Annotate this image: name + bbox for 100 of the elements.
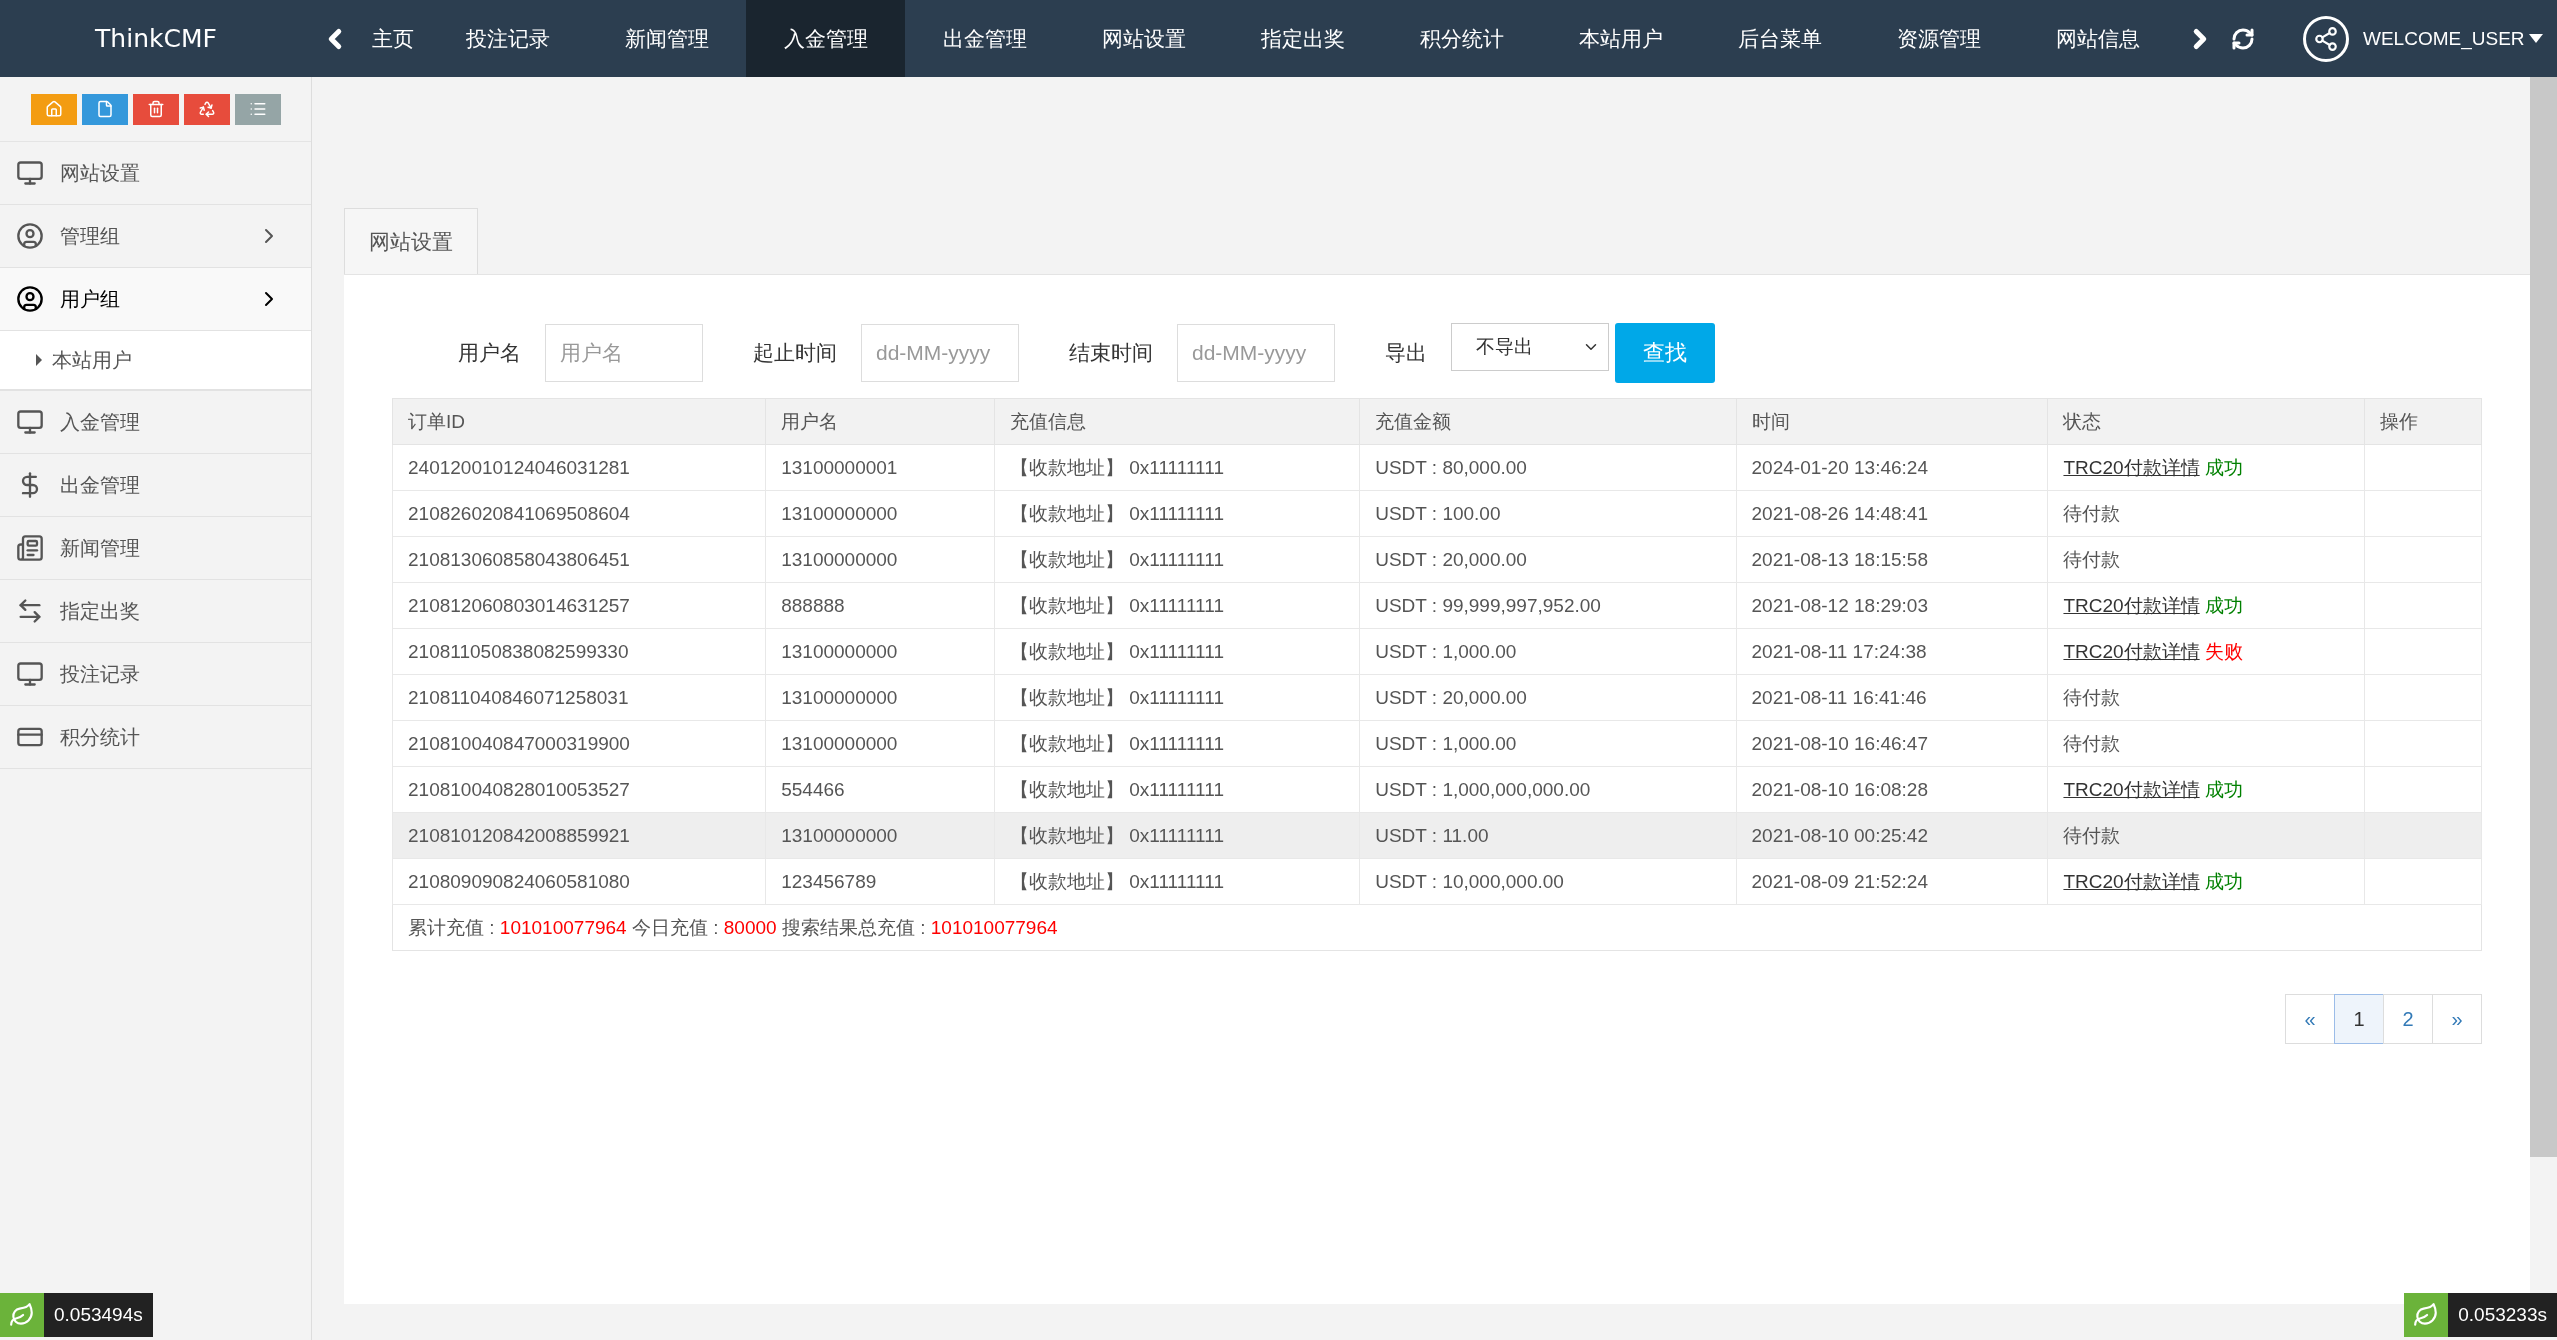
payment-details-link[interactable]: TRC20付款详情 <box>2063 640 2200 662</box>
nav-tab[interactable]: 网站设置 <box>1064 0 1223 77</box>
page-button[interactable]: « <box>2285 994 2335 1044</box>
status-result: 成功 <box>2204 456 2243 478</box>
leaf-icon <box>9 1302 35 1328</box>
sidebar-item[interactable]: 用户组 <box>0 268 311 331</box>
home-button[interactable] <box>30 93 77 125</box>
export-select[interactable]: 不导出 <box>1451 323 1609 371</box>
sidebar-subitem[interactable]: 本站用户 <box>0 331 311 391</box>
tab[interactable]: 网站设置 <box>344 208 478 274</box>
user-menu[interactable]: WELCOME_USER <box>2363 27 2543 50</box>
nav-tab[interactable]: 指定出奖 <box>1223 0 1382 77</box>
filter-field[interactable]: dd-MM-yyyy <box>861 324 1019 382</box>
status-result: 成功 <box>2204 778 2243 800</box>
nav-tab[interactable]: 主页 <box>358 0 428 77</box>
trash-button[interactable] <box>132 93 179 125</box>
column-header: 状态 <box>2047 398 2365 445</box>
filter-label: 起止时间 <box>753 340 837 366</box>
filter-field[interactable]: dd-MM-yyyy <box>1177 324 1335 382</box>
payment-details-link[interactable]: TRC20付款详情 <box>2063 778 2200 800</box>
table-cell: 【收款地址】 0x11111111 <box>994 674 1360 721</box>
nav-tab[interactable]: 入金管理 <box>746 0 905 77</box>
nav-tab[interactable]: 新闻管理 <box>587 0 746 77</box>
table-cell: USDT : 11.00 <box>1359 812 1737 859</box>
monitor-icon <box>16 660 44 688</box>
column-header: 订单ID <box>392 398 766 445</box>
list-icon <box>248 100 267 118</box>
user-icon <box>16 222 44 250</box>
timer-badge: 0.053233s <box>2404 1293 2557 1337</box>
table-cell: USDT : 100.00 <box>1359 490 1737 537</box>
table-cell: 210810040847000319900 <box>392 720 766 767</box>
table-cell: USDT : 1,000.00 <box>1359 628 1737 675</box>
table-cell: 210809090824060581080 <box>392 858 766 905</box>
table-cell: 210811040846071258031 <box>392 674 766 721</box>
filter-label: 结束时间 <box>1069 340 1153 366</box>
avatar-icon[interactable] <box>2303 15 2349 62</box>
table-cell: USDT : 20,000.00 <box>1359 674 1737 721</box>
nav-tab[interactable]: 资源管理 <box>1859 0 2018 77</box>
page-button[interactable]: 2 <box>2383 994 2433 1044</box>
table-cell: 210810040828010053527 <box>392 766 766 813</box>
table-cell: 【收款地址】 0x11111111 <box>994 536 1360 583</box>
nav-tab[interactable]: 积分统计 <box>1382 0 1541 77</box>
list-button[interactable] <box>234 93 281 125</box>
table-cell: 2021-08-10 00:25:42 <box>1736 812 2048 859</box>
export-label: 导出 <box>1385 340 1427 366</box>
column-header: 用户名 <box>765 398 995 445</box>
status-text: 待付款 <box>2063 686 2121 708</box>
newspaper-icon <box>16 534 44 562</box>
status-text: 待付款 <box>2063 824 2121 846</box>
leaf-icon <box>2413 1302 2440 1328</box>
nav-tab[interactable]: 后台菜单 <box>1700 0 1859 77</box>
table-cell: 【收款地址】 0x11111111 <box>994 628 1360 675</box>
file-icon <box>95 100 114 118</box>
recycle-button[interactable] <box>183 93 230 125</box>
timer-badge: 0.053494s <box>0 1293 153 1337</box>
table-cell: 2021-08-09 21:52:24 <box>1736 858 2048 905</box>
nav-tab[interactable]: 本站用户 <box>1541 0 1700 77</box>
file-button[interactable] <box>81 93 128 125</box>
table-cell: 210826020841069508604 <box>392 490 766 537</box>
monitor-icon <box>16 159 44 187</box>
table-cell: 2021-08-26 14:48:41 <box>1736 490 2048 537</box>
payment-details-link[interactable]: TRC20付款详情 <box>2063 594 2200 616</box>
nav-tab[interactable]: 投注记录 <box>428 0 587 77</box>
scrollbar[interactable] <box>2530 77 2557 1157</box>
table-cell: 240120010124046031281 <box>392 444 766 491</box>
table-cell: 【收款地址】 0x11111111 <box>994 490 1360 537</box>
table-cell: 210812060803014631257 <box>392 582 766 629</box>
status-text: 待付款 <box>2063 548 2121 570</box>
table-cell: USDT : 80,000.00 <box>1359 444 1737 491</box>
table-cell: 123456789 <box>765 858 995 905</box>
filter-field[interactable]: 用户名 <box>545 324 703 382</box>
page-button[interactable]: » <box>2432 994 2482 1044</box>
table-cell: 13100000000 <box>765 720 995 767</box>
table-cell: 2021-08-10 16:08:28 <box>1736 766 2048 813</box>
nav-tab[interactable]: 网站信息 <box>2018 0 2177 77</box>
table-cell: 13100000000 <box>765 812 995 859</box>
column-header: 时间 <box>1736 398 2048 445</box>
table-cell: 554466 <box>765 766 995 813</box>
table-cell: 2021-08-10 16:46:47 <box>1736 720 2048 767</box>
table-cell: 13100000000 <box>765 536 995 583</box>
column-header: 充值金额 <box>1359 398 1737 445</box>
brand-logo: ThinkCMF <box>94 24 218 53</box>
table-cell: 【收款地址】 0x11111111 <box>994 858 1360 905</box>
nav-tab[interactable]: 出金管理 <box>905 0 1064 77</box>
table-cell: 2021-08-12 18:29:03 <box>1736 582 2048 629</box>
status-result: 成功 <box>2204 870 2243 892</box>
table-cell: 2021-08-11 16:41:46 <box>1736 674 2048 721</box>
table-cell: 2024-01-20 13:46:24 <box>1736 444 2048 491</box>
recycle-icon <box>197 100 216 118</box>
table-cell: 13100000000 <box>765 490 995 537</box>
table-cell: 210810120842008859921 <box>392 812 766 859</box>
table-cell: 13100000001 <box>765 444 995 491</box>
column-header: 充值信息 <box>994 398 1360 445</box>
payment-details-link[interactable]: TRC20付款详情 <box>2063 456 2200 478</box>
table-cell: 13100000000 <box>765 628 995 675</box>
table-cell: 2021-08-11 17:24:38 <box>1736 628 2048 675</box>
payment-details-link[interactable]: TRC20付款详情 <box>2063 870 2200 892</box>
status-result: 失败 <box>2204 640 2243 662</box>
page-button[interactable]: 1 <box>2334 994 2384 1044</box>
table-cell: 【收款地址】 0x11111111 <box>994 582 1360 629</box>
